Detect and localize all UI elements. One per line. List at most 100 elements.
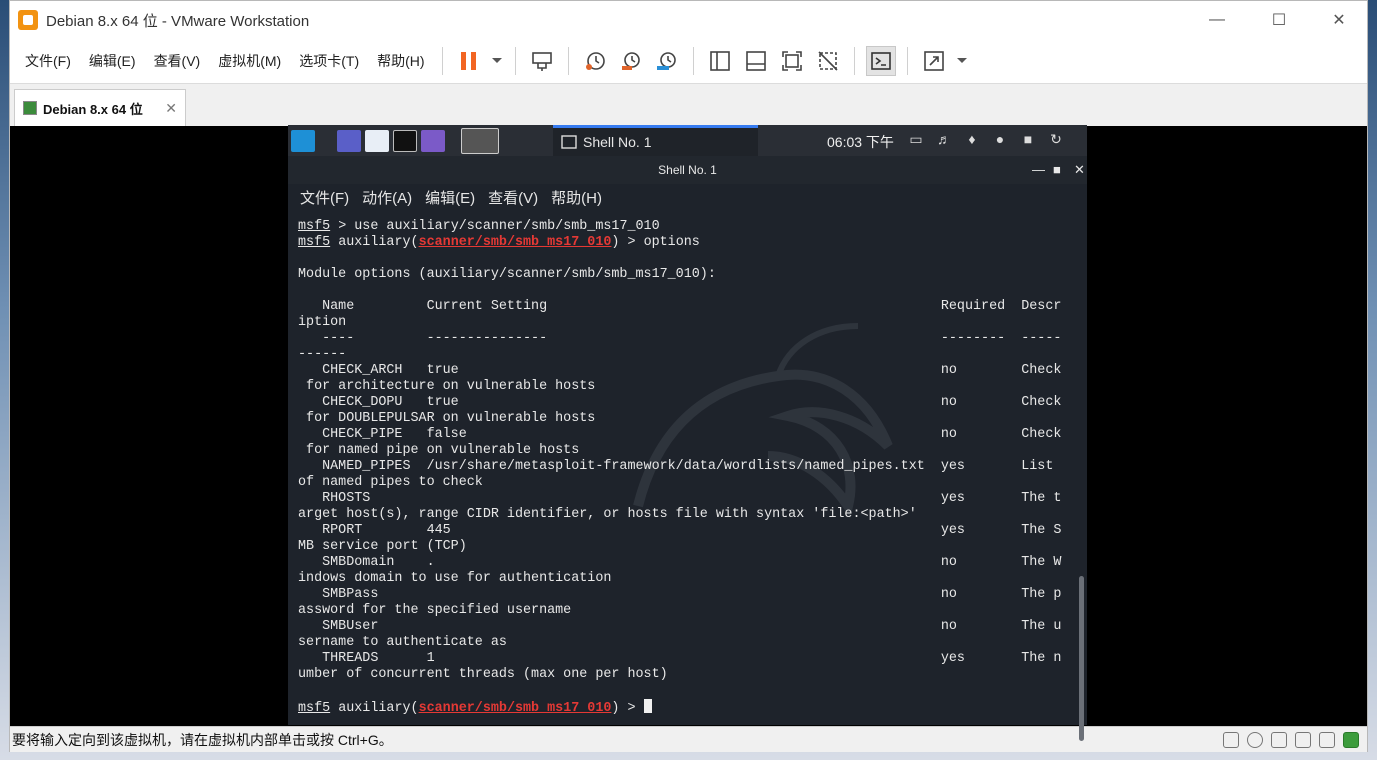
- tab-debian[interactable]: Debian 8.x 64 位 ✕: [14, 89, 186, 126]
- stretch-dropdown-icon[interactable]: [955, 46, 969, 76]
- terminal-menu-help[interactable]: 帮助(H): [547, 187, 611, 208]
- kali-menu-icon[interactable]: [291, 129, 315, 152]
- terminal-scrollbar[interactable]: [1079, 576, 1084, 741]
- pause-icon[interactable]: [454, 46, 484, 76]
- close-button[interactable]: ✕: [1310, 1, 1368, 39]
- kali-top-panel: Shell No. 1 06:03 下午 ▭ ♬ ♦ ● ■ ↻: [288, 125, 1087, 156]
- tab-close-icon[interactable]: ✕: [165, 100, 177, 117]
- thumbnail-bar-icon[interactable]: [741, 46, 771, 76]
- sound-icon[interactable]: [1319, 731, 1335, 748]
- terminal-output-lines: Module options (auxiliary/scanner/smb/sm…: [298, 267, 1061, 682]
- stretch-guest-icon[interactable]: [919, 46, 949, 76]
- kali-desktop: Shell No. 1 06:03 下午 ▭ ♬ ♦ ● ■ ↻ Shell N…: [288, 125, 1087, 741]
- menu-help[interactable]: 帮助(H): [368, 51, 433, 71]
- terminal-line: sername to authenticate as: [298, 635, 507, 650]
- toolbar-separator: [441, 47, 443, 75]
- terminal-cursor: [643, 699, 652, 713]
- prompt-msf5: msf5: [298, 219, 331, 234]
- terminal-window: Shell No. 1 — ■ ✕ 文件(F) 动作(A) 编辑(E) 查看(V…: [288, 156, 1087, 741]
- snapshot-revert-icon[interactable]: [616, 46, 646, 76]
- vm-tab-icon: [23, 101, 37, 115]
- menu-vm[interactable]: 虚拟机(M): [209, 51, 290, 71]
- power-icon[interactable]: ●: [992, 131, 1008, 147]
- prompt-prefix: auxiliary(: [330, 701, 419, 716]
- menu-bar: 文件(F) 编辑(E) 查看(V) 虚拟机(M) 选项卡(T) 帮助(H): [10, 39, 1367, 84]
- prompt-prefix: auxiliary(: [330, 235, 419, 250]
- terminal-command-use: > use auxiliary/scanner/smb/smb_ms17_010: [330, 219, 660, 234]
- terminal-launcher-icon[interactable]: [393, 129, 417, 152]
- terminal-line: arget host(s), range CIDR identifier, or…: [298, 507, 917, 522]
- terminal-line: assword for the specified username: [298, 603, 572, 618]
- terminal-close-icon[interactable]: ✕: [1074, 156, 1085, 184]
- terminal-line: ---- --------------- -------- -----: [298, 331, 1062, 346]
- tab-label: Debian 8.x 64 位: [43, 101, 143, 117]
- unity-mode-icon[interactable]: [813, 46, 843, 76]
- terminal-menu-action[interactable]: 动作(A): [358, 187, 421, 208]
- screen-recorder-icon[interactable]: [421, 129, 445, 152]
- terminal-icon: [561, 135, 577, 149]
- terminal-line: SMBPass no The p: [298, 587, 1062, 602]
- terminal-menu-view[interactable]: 查看(V): [484, 187, 547, 208]
- terminal-line: ------: [298, 347, 347, 362]
- maximize-button[interactable]: ☐: [1250, 1, 1308, 39]
- toolbar-separator: [906, 47, 908, 75]
- printer-icon[interactable]: [1295, 731, 1311, 748]
- taskbar-shell-item[interactable]: Shell No. 1: [553, 125, 758, 156]
- terminal-line: for DOUBLEPULSAR on vulnerable hosts: [298, 411, 596, 426]
- terminal-line: MB service port (TCP): [298, 539, 467, 554]
- terminal-line: umber of concurrent threads (max one per…: [298, 667, 668, 682]
- volume-icon[interactable]: ♬: [936, 131, 952, 147]
- show-library-icon[interactable]: [705, 46, 735, 76]
- network-icon[interactable]: [1271, 731, 1287, 748]
- power-dropdown-icon[interactable]: [490, 46, 504, 76]
- status-bar: 要将输入定向到该虚拟机，请在虚拟机内部单击或按 Ctrl+G。: [10, 726, 1367, 752]
- minimize-button[interactable]: —: [1188, 1, 1246, 39]
- display-icon[interactable]: ▭: [908, 131, 924, 147]
- menu-tabs[interactable]: 选项卡(T): [290, 51, 368, 71]
- lock-icon[interactable]: ■: [1020, 131, 1036, 147]
- terminal-line: iption: [298, 315, 347, 330]
- terminal-maximize-icon[interactable]: ■: [1053, 156, 1061, 184]
- terminal-line: Name Current Setting Required Descr: [298, 299, 1062, 314]
- terminal-line: CHECK_DOPU true no Check: [298, 395, 1062, 410]
- prompt-msf5: msf5: [298, 235, 331, 250]
- terminal-line: NAMED_PIPES /usr/share/metasploit-framew…: [298, 459, 1054, 474]
- notification-icon[interactable]: ♦: [964, 131, 980, 147]
- device-icons: [1223, 731, 1359, 748]
- cdrom-icon[interactable]: [1247, 731, 1263, 748]
- terminal-line: for named pipe on vulnerable hosts: [298, 443, 580, 458]
- status-text: 要将输入定向到该虚拟机，请在虚拟机内部单击或按 Ctrl+G。: [12, 731, 393, 748]
- menu-view[interactable]: 查看(V): [145, 51, 210, 71]
- prompt-module: scanner/smb/smb_ms17_010: [418, 235, 612, 250]
- terminal-line: CHECK_ARCH true no Check: [298, 363, 1062, 378]
- send-ctrl-alt-del-icon[interactable]: [527, 46, 557, 76]
- menu-edit[interactable]: 编辑(E): [80, 51, 145, 71]
- terminal-menu-file[interactable]: 文件(F): [296, 187, 358, 208]
- window-title: Debian 8.x 64 位 - VMware Workstation: [46, 12, 310, 30]
- hdd-icon[interactable]: [1223, 731, 1239, 748]
- file-manager-icon[interactable]: [365, 129, 389, 152]
- active-terminal-icon[interactable]: [461, 127, 499, 154]
- snapshot-manager-icon[interactable]: [652, 46, 682, 76]
- workspace-icon[interactable]: [337, 129, 361, 152]
- message-icon[interactable]: [1343, 731, 1359, 748]
- terminal-menu-edit[interactable]: 编辑(E): [421, 187, 484, 208]
- terminal-line: SMBDomain . no The W: [298, 555, 1062, 570]
- console-view-icon[interactable]: [865, 46, 896, 76]
- toolbar-separator: [853, 47, 855, 75]
- clock[interactable]: 06:03 下午: [827, 132, 894, 152]
- terminal-output[interactable]: msf5 > use auxiliary/scanner/smb/smb_ms1…: [298, 219, 1078, 719]
- terminal-line: RPORT 445 yes The S: [298, 523, 1062, 538]
- prompt-msf5: msf5: [298, 701, 331, 716]
- logout-icon[interactable]: ↻: [1048, 131, 1064, 147]
- terminal-line: Module options (auxiliary/scanner/smb/sm…: [298, 267, 716, 282]
- snapshot-take-icon[interactable]: [580, 46, 610, 76]
- full-screen-icon[interactable]: [777, 46, 807, 76]
- terminal-command-options: ) > options: [611, 235, 700, 250]
- terminal-line: of named pipes to check: [298, 475, 483, 490]
- menu-file[interactable]: 文件(F): [16, 51, 80, 71]
- terminal-minimize-icon[interactable]: —: [1032, 156, 1045, 184]
- vmware-app-icon: [18, 10, 38, 30]
- toolbar-separator: [514, 47, 516, 75]
- terminal-titlebar: Shell No. 1 — ■ ✕: [288, 156, 1087, 184]
